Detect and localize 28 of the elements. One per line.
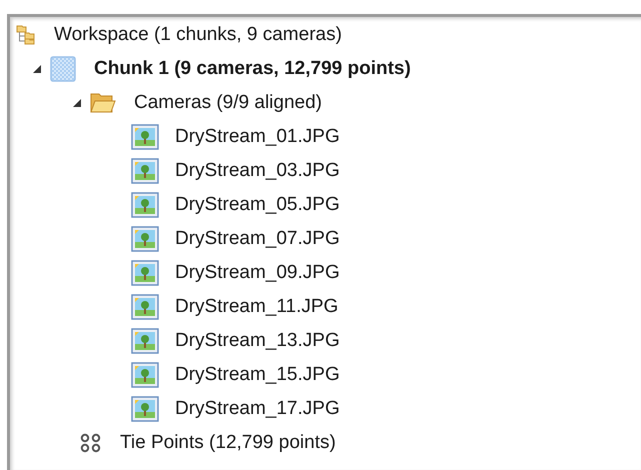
chunk-icon — [50, 56, 76, 82]
tree-item[interactable]: DryStream_13.JPG — [175, 326, 340, 356]
tree-item[interactable]: Workspace (1 chunks, 9 cameras) — [54, 20, 342, 50]
tree-item[interactable]: Tie Points (12,799 points) — [120, 428, 336, 458]
open-folder-icon — [90, 92, 116, 114]
image-icon — [131, 396, 159, 422]
tree-item[interactable]: DryStream_03.JPG — [175, 156, 340, 186]
image-icon — [131, 294, 159, 320]
expanded-arrow-icon[interactable] — [32, 64, 42, 74]
folder-tree-icon — [16, 25, 36, 45]
tree-item[interactable]: DryStream_07.JPG — [175, 224, 340, 254]
tree-item[interactable]: DryStream_01.JPG — [175, 122, 340, 152]
tree-item[interactable]: Chunk 1 (9 cameras, 12,799 points) — [94, 54, 411, 84]
tree-item[interactable]: Cameras (9/9 aligned) — [134, 88, 322, 118]
tree-item[interactable]: DryStream_17.JPG — [175, 394, 340, 424]
tie-points-icon — [80, 433, 102, 453]
tree-item[interactable]: DryStream_09.JPG — [175, 258, 340, 288]
image-icon — [131, 362, 159, 388]
tree-item[interactable]: DryStream_05.JPG — [175, 190, 340, 220]
image-icon — [131, 124, 159, 150]
expanded-arrow-icon[interactable] — [72, 98, 82, 108]
image-icon — [131, 260, 159, 286]
image-icon — [131, 192, 159, 218]
tree-item[interactable]: DryStream_11.JPG — [175, 292, 338, 322]
image-icon — [131, 328, 159, 354]
image-icon — [131, 226, 159, 252]
tree-item[interactable]: DryStream_15.JPG — [175, 360, 340, 390]
image-icon — [131, 158, 159, 184]
